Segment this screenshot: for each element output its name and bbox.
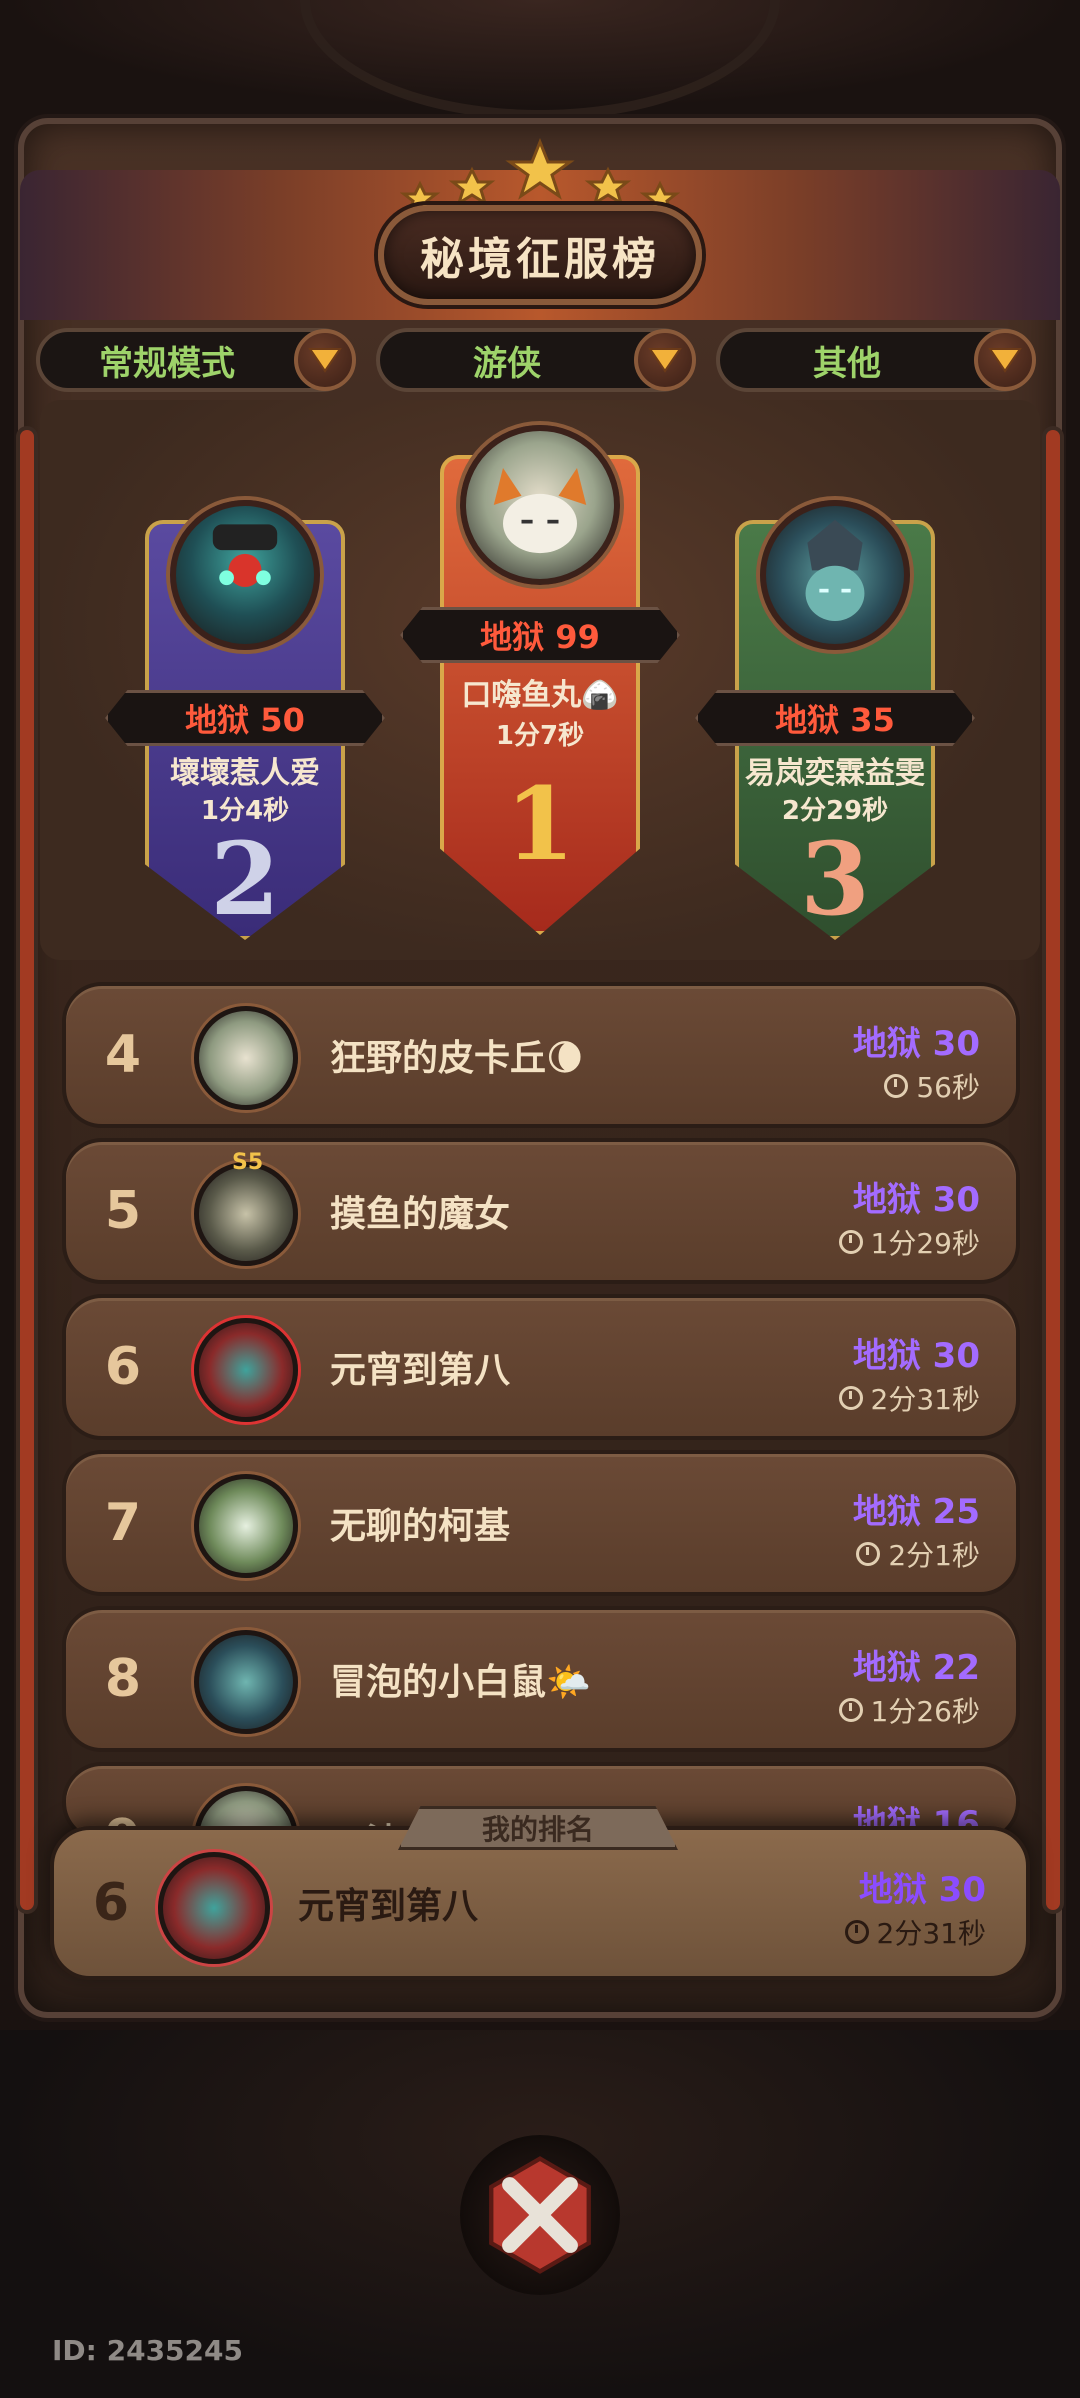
frame-rail-right [1046,430,1060,1910]
podium-rank: 1 [505,765,575,883]
my-rank-level: 地狱 30 [858,1870,986,1910]
row-level: 地狱 30 [852,1336,980,1376]
clock-icon [856,1542,881,1566]
page-title-text: 秘境征服榜 [420,234,660,285]
row-time: 56秒 [884,1066,980,1106]
close-button[interactable] [460,2135,620,2295]
clock-icon [884,1074,909,1098]
podium-level: 地狱 99 [400,607,680,663]
my-rank-time: 2分31秒 [844,1912,986,1952]
knight-avatar-icon [760,500,910,650]
row-level: 地狱 30 [852,1180,980,1220]
page-title: 秘境征服榜 [378,205,702,305]
clock-icon [838,1230,863,1254]
podium-time: 1分7秒 [495,721,585,751]
podium-first[interactable]: 地狱 99 口嗨鱼丸🍙 1分7秒 1 [400,425,680,935]
podium-rank: 2 [210,820,280,938]
chevron-down-icon[interactable] [634,329,696,391]
row-player-name: 摸鱼的魔女 [330,1194,511,1235]
my-rank-name: 元宵到第八 [298,1886,479,1927]
row-player-name: 狂野的皮卡丘🌘 [330,1038,584,1079]
class-filter-label: 游侠 [473,343,541,384]
row-player-name: 元宵到第八 [330,1350,511,1391]
ranking-row[interactable]: 4 狂野的皮卡丘🌘 地狱 30 56秒 [62,982,1020,1128]
class-filter-dropdown[interactable]: 游侠 [376,328,696,392]
row-level: 地狱 25 [852,1492,980,1532]
ranking-row[interactable]: 5 S5 摸鱼的魔女 地狱 30 1分29秒 [62,1138,1020,1284]
podium-name: 壞壞惹人爱 [170,756,320,791]
season-badge: S5 [232,1150,264,1175]
row-time: 1分29秒 [838,1222,980,1262]
my-rank-number: 6 [92,1873,130,1933]
row-rank: 4 [104,1025,142,1085]
row-rank: 7 [104,1493,142,1553]
ranking-list[interactable]: 4 狂野的皮卡丘🌘 地狱 30 56秒 5 S5 摸鱼的魔女 地狱 30 1分2… [62,982,1020,1852]
close-icon[interactable] [475,2150,605,2280]
podium-name: 口嗨鱼丸🍙 [461,678,619,713]
chevron-down-icon[interactable] [294,329,356,391]
row-time-text: 2分1秒 [888,1539,980,1572]
row-level: 地狱 22 [852,1648,980,1688]
other-filter-label: 其他 [813,343,881,384]
my-rank-tag: 我的排名 [398,1806,678,1850]
row-time-text: 56秒 [916,1071,980,1104]
other-filter-dropdown[interactable]: 其他 [716,328,1036,392]
ranking-row[interactable]: 6 元宵到第八 地狱 30 2分31秒 [62,1294,1020,1440]
row-time-text: 1分26秒 [870,1695,980,1728]
mode-filter-label: 常规模式 [99,343,235,384]
clock-icon [838,1386,863,1410]
row-time-text: 1分29秒 [870,1227,980,1260]
clock-icon [838,1698,863,1722]
podium-level: 地狱 50 [105,690,385,746]
lantern-clown-avatar-icon [194,1318,298,1422]
chevron-down-icon[interactable] [974,329,1036,391]
frame-rail-left [20,430,34,1910]
fox-hood-avatar-icon [460,425,620,585]
row-rank: 5 [104,1181,142,1241]
stars-icon [400,137,680,212]
lantern-clown-avatar-icon [158,1852,270,1964]
ranking-row[interactable]: 8 冒泡的小白鼠🌤️ 地狱 22 1分26秒 [62,1606,1020,1752]
row-player-name: 冒泡的小白鼠🌤️ [330,1662,591,1703]
fox-hood-avatar-icon [194,1006,298,1110]
row-rank: 6 [104,1337,142,1397]
row-level: 地狱 30 [852,1024,980,1064]
flower-wreath-avatar-icon [194,1474,298,1578]
podium-second[interactable]: 地狱 50 壞壞惹人爱 1分4秒 2 [105,500,385,940]
row-time: 2分1秒 [856,1534,980,1574]
ranking-row[interactable]: 7 无聊的柯基 地狱 25 2分1秒 [62,1450,1020,1596]
mode-filter-dropdown[interactable]: 常规模式 [36,328,356,392]
my-rank-time-text: 2分31秒 [876,1917,986,1950]
row-time: 2分31秒 [838,1378,980,1418]
podium-rank: 3 [800,820,870,938]
row-player-name: 无聊的柯基 [330,1506,511,1547]
user-id: ID: 2435245 [52,2334,243,2367]
podium-level: 地狱 35 [695,690,975,746]
clown-wreath-avatar-icon [170,500,320,650]
knight-avatar-icon [194,1630,298,1734]
podium-name: 易岚奕霖益雯 [745,756,925,791]
row-rank: 8 [104,1649,142,1709]
podium-third[interactable]: 地狱 35 易岚奕霖益雯 2分29秒 3 [695,500,975,940]
clock-icon [844,1920,869,1944]
row-time: 1分26秒 [838,1690,980,1730]
witch-avatar-icon [194,1162,298,1266]
row-time-text: 2分31秒 [870,1383,980,1416]
